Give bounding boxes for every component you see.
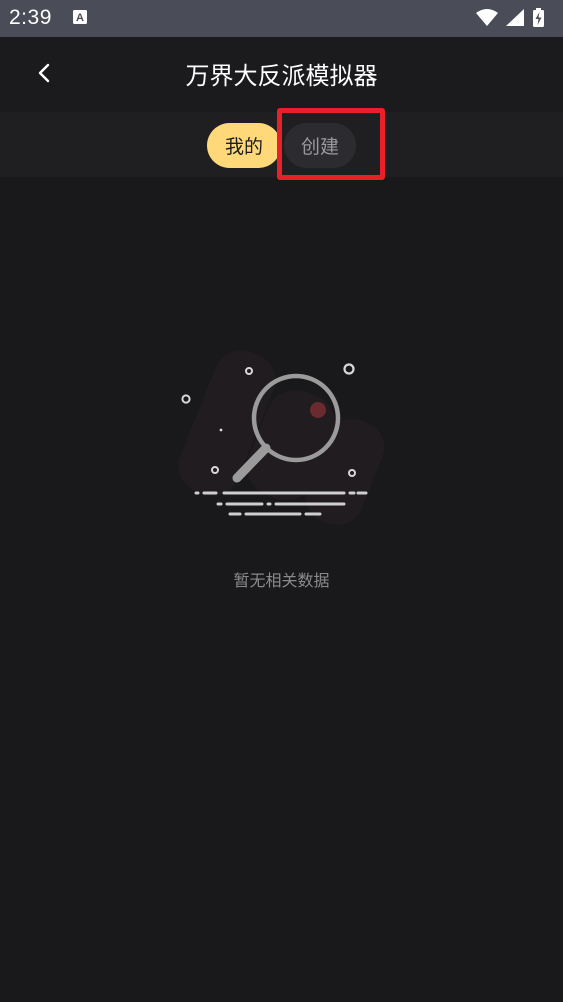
a-box-icon: A <box>73 10 87 24</box>
tab-create[interactable]: 创建 <box>284 123 356 168</box>
svg-text:A: A <box>76 12 84 24</box>
magnifier-empty-icon <box>178 350 385 526</box>
status-bar: 2:39 A <box>0 0 563 37</box>
battery-charging-icon <box>533 8 544 27</box>
tab-strip: 我的 创建 <box>0 112 563 177</box>
status-icons <box>476 8 544 27</box>
app-header: 万界大反派模拟器 <box>0 37 563 112</box>
page-title: 万界大反派模拟器 <box>185 62 378 90</box>
tab-mine-label: 我的 <box>224 136 263 158</box>
tab-create-label: 创建 <box>300 136 339 158</box>
signal-icon <box>506 9 524 26</box>
tab-mine[interactable]: 我的 <box>207 123 281 168</box>
empty-state-message: 暂无相关数据 <box>233 571 330 590</box>
wifi-icon <box>476 9 498 26</box>
status-time: 2:39 <box>9 6 52 29</box>
